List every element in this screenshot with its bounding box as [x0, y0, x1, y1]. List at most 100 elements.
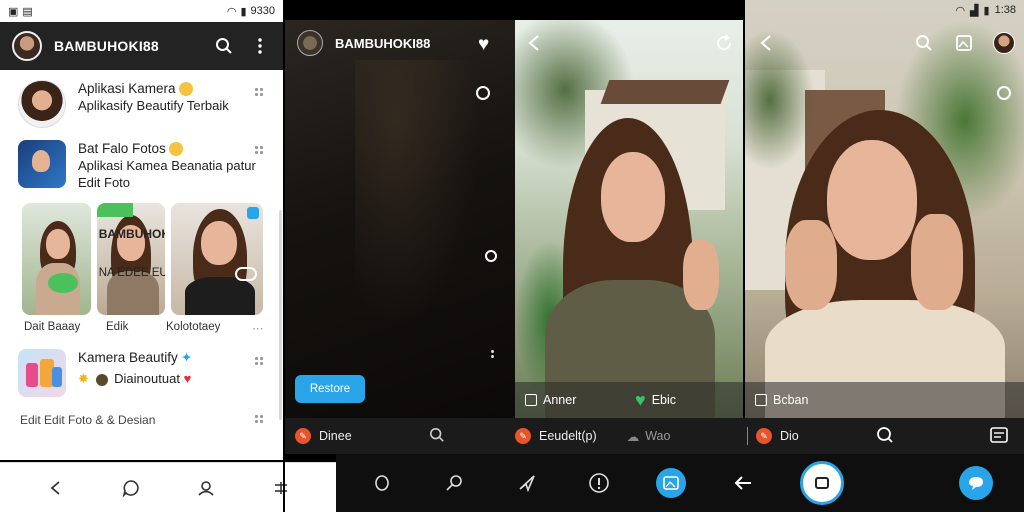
app-thumbnail — [18, 80, 66, 128]
profile-icon[interactable] — [193, 475, 219, 501]
photo-grid: BAMBUHOKI88 NA EDEE EUN — [0, 197, 283, 315]
signal-icon: ▟ — [970, 4, 979, 17]
more-dots-icon[interactable]: ⋯ — [252, 321, 264, 335]
photo-caption-2: Ebic — [651, 393, 677, 407]
photo-card[interactable] — [22, 203, 91, 315]
drag-handle-icon[interactable] — [255, 415, 265, 425]
search-icon[interactable] — [429, 427, 445, 446]
scrollbar[interactable] — [279, 210, 282, 420]
list-item[interactable]: Kamera Beautify ✦ ✸ Diainoutuat ♥ — [0, 335, 283, 403]
status-bar-right: ◠ ▟ ▮ 1:38 — [745, 0, 1024, 20]
back-icon[interactable] — [43, 475, 69, 501]
list-item-title: Bat Falo Fotos — [78, 141, 166, 156]
screenshot-root: ▣ ▤ ◠ ▮ 9330 BAMBUHOKI88 Aplikasi Kamera… — [0, 0, 1024, 512]
link-icon[interactable] — [235, 267, 257, 281]
back-arrow-icon[interactable] — [728, 468, 758, 498]
status-bar-left: ▣ ▤ ◠ ▮ 9330 — [0, 0, 283, 22]
dark-story-panel[interactable]: BAMBUHOKI88 ♥ Restore — [285, 20, 515, 418]
battery-icon: ▮ — [983, 4, 990, 17]
image-icon: ▤ — [22, 5, 33, 18]
avatar[interactable] — [993, 32, 1015, 54]
list-item-subtitle: Aplikasi Kamea Beanatia patur — [78, 158, 256, 173]
action-segment[interactable]: ✎ Eeudelt(p) ☁ Wao — [515, 418, 743, 454]
more-vert-icon[interactable] — [491, 350, 495, 362]
chat-bubble-icon[interactable] — [958, 466, 993, 500]
info-icon[interactable] — [584, 468, 614, 498]
send-icon[interactable] — [512, 468, 542, 498]
orange-badge-icon: ✎ — [756, 428, 772, 444]
action-segment[interactable]: ✎ Dinee — [285, 418, 515, 454]
checkbox-icon[interactable] — [247, 207, 259, 219]
section-footer: Edit Edit Foto & & Desian — [0, 403, 283, 427]
circle-icon[interactable] — [367, 468, 397, 498]
more-vert-icon[interactable] — [249, 35, 271, 57]
photo-caption-bar: Bcban — [745, 382, 1024, 418]
sun-icon: ✸ — [78, 371, 89, 386]
avatar[interactable] — [12, 31, 42, 61]
drag-handle-icon[interactable] — [255, 88, 265, 98]
photo-card[interactable] — [171, 203, 263, 315]
story-username: BAMBUHOKI88 — [335, 35, 431, 51]
image-icon — [755, 394, 767, 406]
refresh-icon[interactable] — [713, 32, 735, 54]
image-icon — [525, 394, 537, 406]
bottom-action-bar: ✎ Dinee ✎ Eeudelt(p) ☁ Wao ✎ Dio — [285, 418, 1024, 454]
action-segment[interactable]: ✎ Dio — [743, 418, 1024, 454]
bottom-nav-left — [0, 462, 336, 512]
sparkle-icon: ✦ — [180, 350, 193, 365]
list-item[interactable]: Aplikasi Kamera Aplikasify Beautify Terb… — [0, 70, 283, 134]
circle-icon[interactable] — [476, 86, 490, 100]
wifi-icon: ◠ — [226, 5, 237, 18]
section-footer-text: Edit Edit Foto & & Desian — [20, 413, 156, 427]
heart-icon[interactable]: ♥ — [478, 34, 489, 56]
orange-badge-icon: ✎ — [295, 428, 311, 444]
bottom-nav-right — [336, 454, 1024, 512]
app-thumbnail — [18, 349, 66, 397]
list-item-subtitle: Diainoutuat — [114, 371, 180, 386]
emoji-icon — [178, 82, 193, 97]
circle-icon[interactable] — [997, 86, 1011, 100]
action-label: Wao — [645, 429, 671, 443]
heart-icon[interactable]: ♥ — [635, 390, 646, 411]
capture-button[interactable] — [800, 461, 845, 505]
tune-icon[interactable] — [268, 475, 294, 501]
photo-grid-labels: Dait Baaay Edik Kolototaey ⋯ — [0, 315, 283, 335]
circle-icon[interactable] — [485, 250, 497, 262]
back-icon[interactable] — [755, 32, 777, 54]
grid-overlay-subtext: NA EDEE EUN — [98, 267, 166, 279]
photo-caption-bar: Anner ♥ Ebic — [515, 382, 743, 418]
restore-button[interactable]: Restore — [295, 375, 365, 403]
avatar[interactable] — [297, 30, 323, 56]
back-icon[interactable] — [523, 32, 545, 54]
drag-handle-icon[interactable] — [255, 146, 265, 156]
gallery-icon[interactable] — [655, 468, 686, 498]
pin-icon[interactable] — [439, 468, 469, 498]
photo-panel-2[interactable]: Bcban — [745, 0, 1024, 418]
search-icon[interactable] — [876, 426, 894, 447]
notes-icon[interactable] — [990, 426, 1008, 446]
cloud-icon: ☁ — [626, 429, 640, 444]
wifi-icon: ◠ — [955, 4, 966, 17]
photo-panel-1[interactable]: Anner ♥ Ebic — [515, 20, 743, 418]
grid-label: Dait Baaay — [24, 321, 81, 333]
photo-card[interactable]: BAMBUHOKI88 NA EDEE EUN — [96, 203, 166, 315]
grid-label: Kolototaey — [166, 321, 221, 333]
emoji-icon — [95, 373, 108, 386]
gallery-icon[interactable] — [953, 32, 975, 54]
action-label: Eeudelt(p) — [539, 429, 597, 443]
battery-icon: ▮ — [240, 5, 247, 18]
drag-handle-icon[interactable] — [255, 357, 265, 367]
grid-overlay-username: BAMBUHOKI88 — [98, 227, 166, 241]
list-item-subtitle-2: Edit Foto — [78, 175, 131, 190]
action-label: Dio — [780, 429, 799, 443]
header-username: BAMBUHOKI88 — [54, 38, 159, 54]
grid-label: Edik — [106, 321, 129, 333]
list-item-title: Aplikasi Kamera — [78, 81, 176, 96]
status-time: 9330 — [250, 5, 275, 17]
chat-bubble-icon[interactable] — [118, 475, 144, 501]
search-icon[interactable] — [213, 35, 235, 57]
list-item[interactable]: Bat Falo Fotos Aplikasi Kamea Beanatia p… — [0, 134, 283, 197]
dark-top-strip — [285, 0, 745, 20]
search-icon[interactable] — [913, 32, 935, 54]
